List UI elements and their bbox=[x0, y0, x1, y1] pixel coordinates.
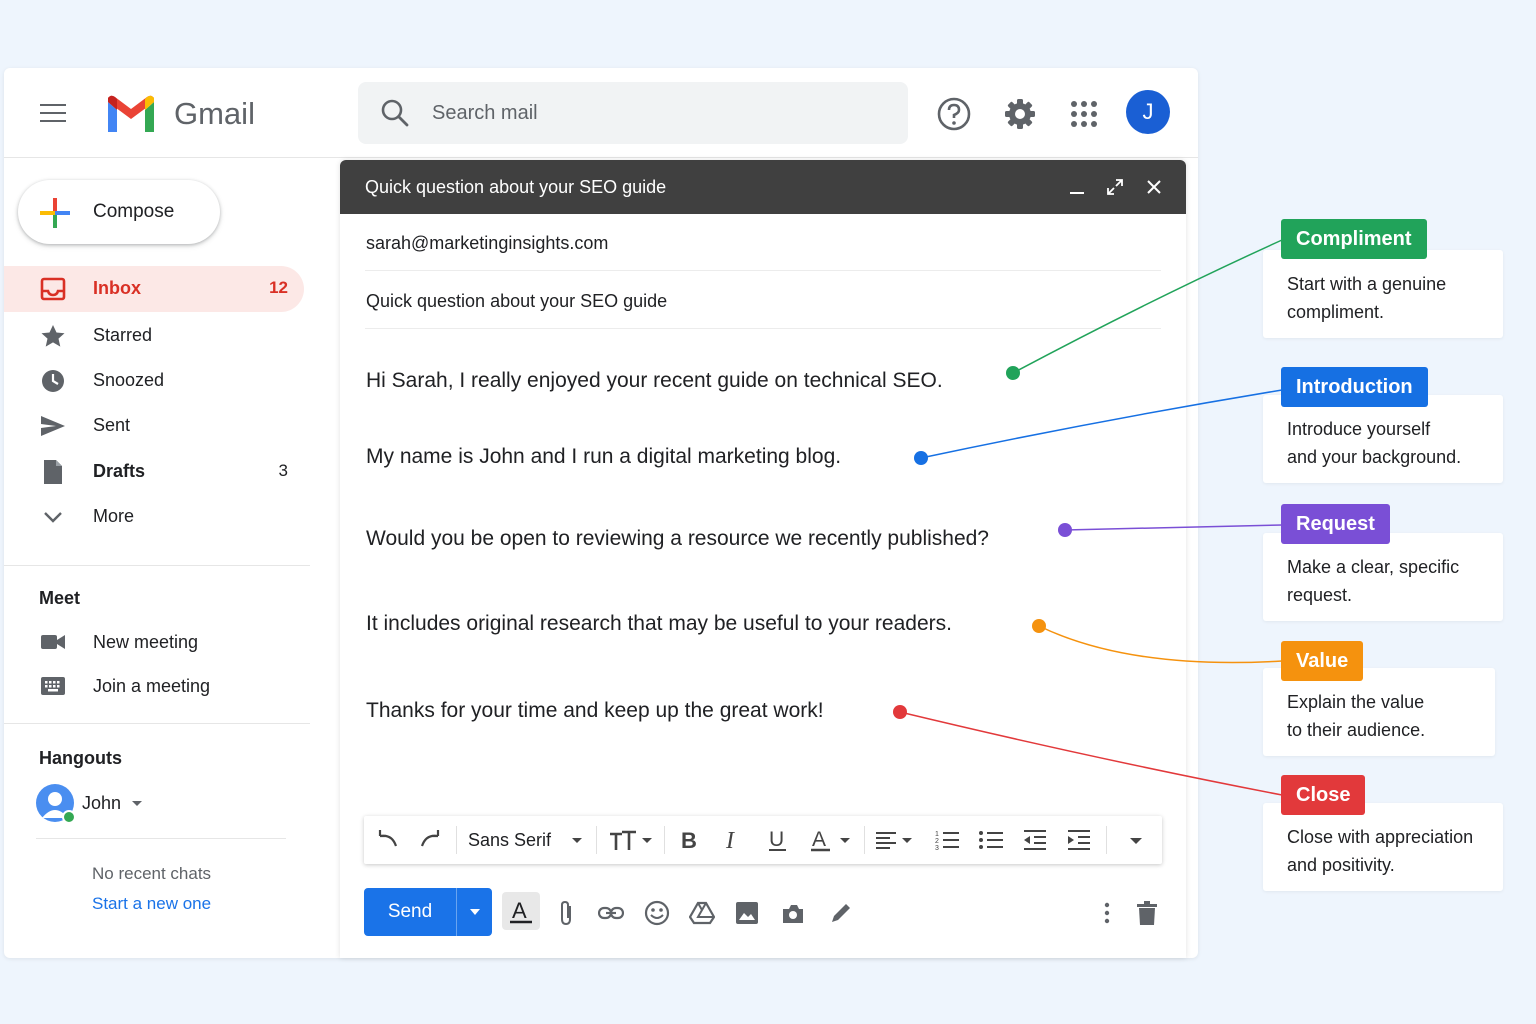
annotation-text: compliment. bbox=[1287, 302, 1385, 322]
annotation-text: request. bbox=[1287, 585, 1353, 605]
annotation-card-close: Close with appreciation and positivity. bbox=[1263, 803, 1503, 891]
annotation-card-introduction: Introduce yourself and your background. bbox=[1263, 395, 1503, 483]
annotation-text: and positivity. bbox=[1287, 855, 1395, 875]
annotation-marker-value bbox=[1032, 619, 1046, 633]
annotation-text: and your background. bbox=[1287, 447, 1462, 467]
annotation-tag-compliment: Compliment bbox=[1281, 219, 1427, 259]
annotation-text: Start with a genuine bbox=[1287, 274, 1447, 294]
annotation-tag-introduction: Introduction bbox=[1281, 367, 1428, 407]
annotation-card-request: Make a clear, specific request. bbox=[1263, 533, 1503, 621]
annotation-marker-request bbox=[1058, 523, 1072, 537]
annotation-tag-value: Value bbox=[1281, 641, 1364, 681]
annotation-card-compliment: Start with a genuine compliment. bbox=[1263, 250, 1503, 338]
annotation-marker-close bbox=[893, 705, 907, 719]
annotation-text: to their audience. bbox=[1287, 720, 1426, 740]
annotation-tag-request: Request bbox=[1281, 504, 1390, 544]
annotation-text: Introduce yourself bbox=[1287, 419, 1431, 439]
annotation-tag-close: Close bbox=[1281, 775, 1366, 815]
annotation-text: Make a clear, specific bbox=[1287, 557, 1460, 577]
annotation-text: Explain the value bbox=[1287, 692, 1425, 712]
annotation-text: Close with appreciation bbox=[1287, 827, 1474, 847]
annotation-marker-introduction bbox=[914, 451, 928, 465]
annotation-marker-compliment bbox=[1006, 366, 1020, 380]
annotation-card-value: Explain the value to their audience. bbox=[1263, 668, 1495, 756]
